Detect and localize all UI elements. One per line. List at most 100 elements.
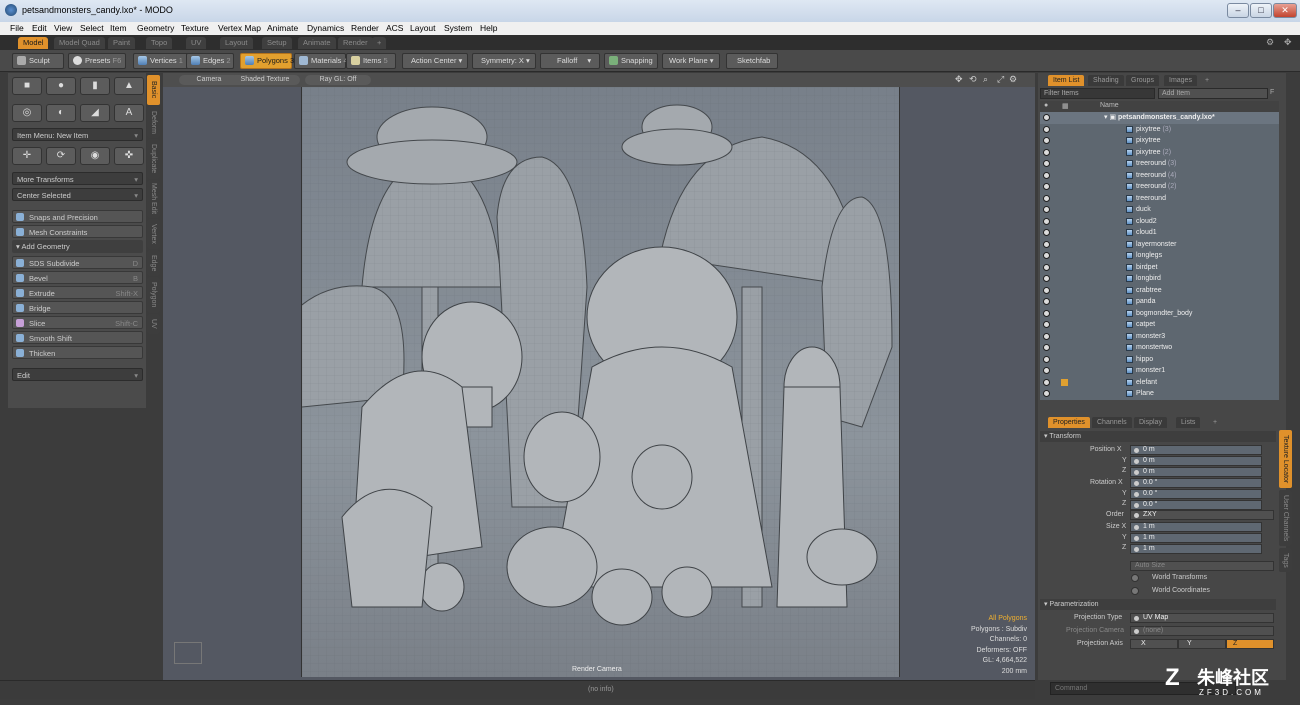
polygons-button[interactable]: Polygons 3 [240,53,294,69]
menu-file[interactable]: File [10,23,24,33]
action-center-dropdown[interactable]: Action Center ▾ [402,53,468,69]
raygl-button[interactable]: Ray GL: Off [305,75,371,85]
minimize-button[interactable]: – [1227,3,1249,18]
filter-items-input[interactable]: Filter Items [1040,88,1155,99]
tab-layout[interactable]: Layout [220,37,253,49]
tab-topo[interactable]: Topo [146,37,173,49]
bevel-button[interactable]: Bevel B [12,271,143,284]
side-tab-uv[interactable]: UV [147,314,160,334]
add-tab-button[interactable]: + [372,37,387,49]
visibility-eye-icon[interactable] [1043,378,1050,386]
text-tool-icon[interactable]: A [114,104,144,122]
sds-subdivide-button[interactable]: SDS Subdivide D [12,256,143,269]
tab-display[interactable]: Display [1134,417,1167,428]
size-y-field[interactable]: 1 m [1130,533,1262,543]
scene-row[interactable]: ▾ ▣ petsandmonsters_candy.lxo* [1040,112,1279,124]
sketchfab-button[interactable]: Sketchfab [726,53,778,69]
visibility-eye-icon[interactable] [1043,171,1050,179]
list-item[interactable]: cloud1 [1040,227,1279,239]
add-item-dropdown[interactable]: Add Item [1158,88,1268,99]
list-item[interactable]: pixytree (2) [1040,147,1279,159]
render-camera-frame[interactable] [261,87,901,677]
projection-type-dropdown[interactable]: UV Map [1130,613,1274,623]
menu-system[interactable]: System [444,23,472,33]
list-item[interactable]: monster1 [1040,365,1279,377]
visibility-eye-icon[interactable] [1043,355,1050,363]
visibility-eye-icon[interactable] [1043,321,1050,328]
tab-paint[interactable]: Paint [108,37,136,49]
side-tab-vertex[interactable]: Vertex [147,219,160,249]
viewport-gear-icon[interactable]: ⚙ [1009,74,1017,85]
visibility-eye-icon[interactable] [1043,217,1050,225]
capsule-tool-icon[interactable]: ◐ [46,104,76,122]
symmetry-dropdown[interactable]: Symmetry: X ▾ [472,53,536,69]
visibility-eye-icon[interactable] [1043,160,1050,167]
visibility-eye-icon[interactable] [1043,125,1050,133]
parametrization-section-header[interactable]: ▾ Parametrization [1040,599,1276,610]
visibility-eye-icon[interactable] [1043,137,1050,144]
list-item[interactable]: bogmondter_body [1040,308,1279,320]
visibility-eye-icon[interactable] [1043,275,1050,282]
list-item[interactable]: catpet [1040,319,1279,331]
position-x-field[interactable]: 0 m [1130,445,1262,455]
list-item[interactable]: longlegs [1040,250,1279,262]
tab-render[interactable]: Render [338,37,373,49]
tab-setup[interactable]: Setup [262,37,292,49]
list-item[interactable]: treeround (3) [1040,158,1279,170]
list-item[interactable]: birdpet [1040,262,1279,274]
visibility-eye-icon[interactable] [1043,148,1050,156]
extrude-button[interactable]: Extrude Shift-X [12,286,143,299]
visibility-eye-icon[interactable] [1043,344,1050,351]
transform-tool-icon[interactable]: ✜ [114,147,144,165]
visibility-eye-icon[interactable] [1043,183,1050,190]
work-plane-dropdown[interactable]: Work Plane ▾ [662,53,720,69]
list-item[interactable]: longbird [1040,273,1279,285]
side-tab-deform[interactable]: Deform [147,106,160,138]
list-item[interactable]: hippo [1040,354,1279,366]
add-panel-tab[interactable]: + [1200,75,1214,86]
menu-animate[interactable]: Animate [267,23,298,33]
visibility-eye-icon[interactable] [1043,298,1050,305]
list-item[interactable]: cloud2 [1040,216,1279,228]
side-tab-tags[interactable]: Tags [1279,548,1292,572]
visibility-eye-icon[interactable] [1043,309,1050,317]
tab-images[interactable]: Images [1164,75,1197,86]
transform-section-header[interactable]: ▾ Transform [1040,431,1276,442]
orbit-icon[interactable]: ⟲ [969,74,977,85]
list-item[interactable]: monster3 [1040,331,1279,343]
close-button[interactable]: ✕ [1273,3,1297,18]
falloff-dropdown[interactable]: Falloff ▾ [540,53,600,69]
lock-icon[interactable] [1061,378,1068,386]
list-item[interactable]: crabtree [1040,285,1279,297]
name-column-header[interactable]: Name [1100,102,1119,109]
visibility-eye-icon[interactable] [1043,252,1050,259]
pen-tool-icon[interactable]: ◢ [80,104,110,122]
tab-model-quad[interactable]: Model Quad [54,37,105,49]
add-properties-tab[interactable]: + [1208,417,1222,428]
list-item[interactable]: treeround [1040,193,1279,205]
cube-tool-icon[interactable]: ■ [12,77,42,95]
side-tab-basic[interactable]: Basic [147,75,160,105]
list-item[interactable]: panda [1040,296,1279,308]
world-coordinates-checkbox[interactable] [1131,587,1139,595]
size-z-field[interactable]: 1 m [1130,544,1262,554]
add-geometry-header[interactable]: ▾ Add Geometry [12,240,143,253]
tab-item-list[interactable]: Item List [1048,75,1085,86]
position-y-field[interactable]: 0 m [1130,456,1262,466]
mesh-constraints-button[interactable]: Mesh Constraints [12,225,143,238]
thicken-button[interactable]: Thicken [12,346,143,359]
projection-axis-y[interactable]: Y [1178,639,1226,649]
visibility-eye-icon[interactable] [1043,114,1050,121]
snapping-button[interactable]: Snapping [604,53,658,69]
menu-texture[interactable]: Texture [181,23,209,33]
visibility-eye-icon[interactable] [1043,194,1050,202]
zoom-icon[interactable]: ⌕ [983,74,988,85]
menu-layout[interactable]: Layout [410,23,436,33]
tab-model[interactable]: Model [18,37,49,49]
list-item[interactable]: treeround (2) [1040,181,1279,193]
tab-animate[interactable]: Animate [298,37,336,49]
menu-render[interactable]: Render [351,23,379,33]
smooth-shift-button[interactable]: Smooth Shift [12,331,143,344]
position-z-field[interactable]: 0 m [1130,467,1262,477]
center-selected-dropdown[interactable]: Center Selected ▾ [12,188,143,201]
